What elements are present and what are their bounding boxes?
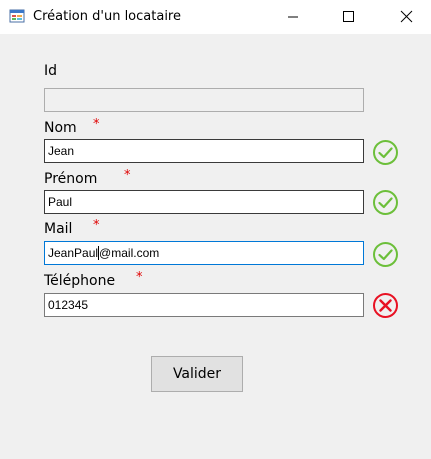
- close-button[interactable]: [384, 0, 430, 34]
- close-icon: [400, 10, 413, 23]
- valider-button[interactable]: Valider: [151, 356, 243, 392]
- prenom-required-marker: *: [124, 168, 131, 183]
- id-field[interactable]: [44, 88, 364, 112]
- mail-value-after-caret: @mail.com: [99, 246, 160, 260]
- telephone-required-marker: *: [136, 270, 143, 285]
- telephone-field[interactable]: 012345: [44, 293, 364, 317]
- prenom-label: Prénom: [44, 171, 98, 187]
- check-circle-icon: [373, 242, 398, 267]
- error-circle-icon: [373, 293, 398, 318]
- window-title: Création d'un locataire: [33, 9, 181, 24]
- mail-label: Mail: [44, 221, 73, 237]
- prenom-field[interactable]: Paul: [44, 190, 364, 214]
- minimize-icon: [288, 16, 298, 18]
- maximize-button[interactable]: [325, 0, 371, 34]
- id-label: Id: [44, 63, 58, 79]
- nom-required-marker: *: [93, 117, 100, 132]
- check-circle-icon: [373, 190, 398, 215]
- telephone-label: Téléphone: [44, 273, 116, 289]
- mail-value-before-caret: JeanPaul: [48, 246, 99, 260]
- check-circle-icon: [373, 140, 398, 165]
- nom-label: Nom: [44, 120, 77, 136]
- title-bar: Création d'un locataire: [0, 0, 431, 34]
- mail-required-marker: *: [93, 218, 100, 233]
- minimize-button[interactable]: [270, 0, 316, 34]
- mail-field[interactable]: JeanPaul@mail.com: [44, 241, 364, 265]
- form-app-icon: [9, 9, 25, 23]
- nom-field[interactable]: Jean: [44, 139, 364, 163]
- maximize-icon: [343, 11, 354, 22]
